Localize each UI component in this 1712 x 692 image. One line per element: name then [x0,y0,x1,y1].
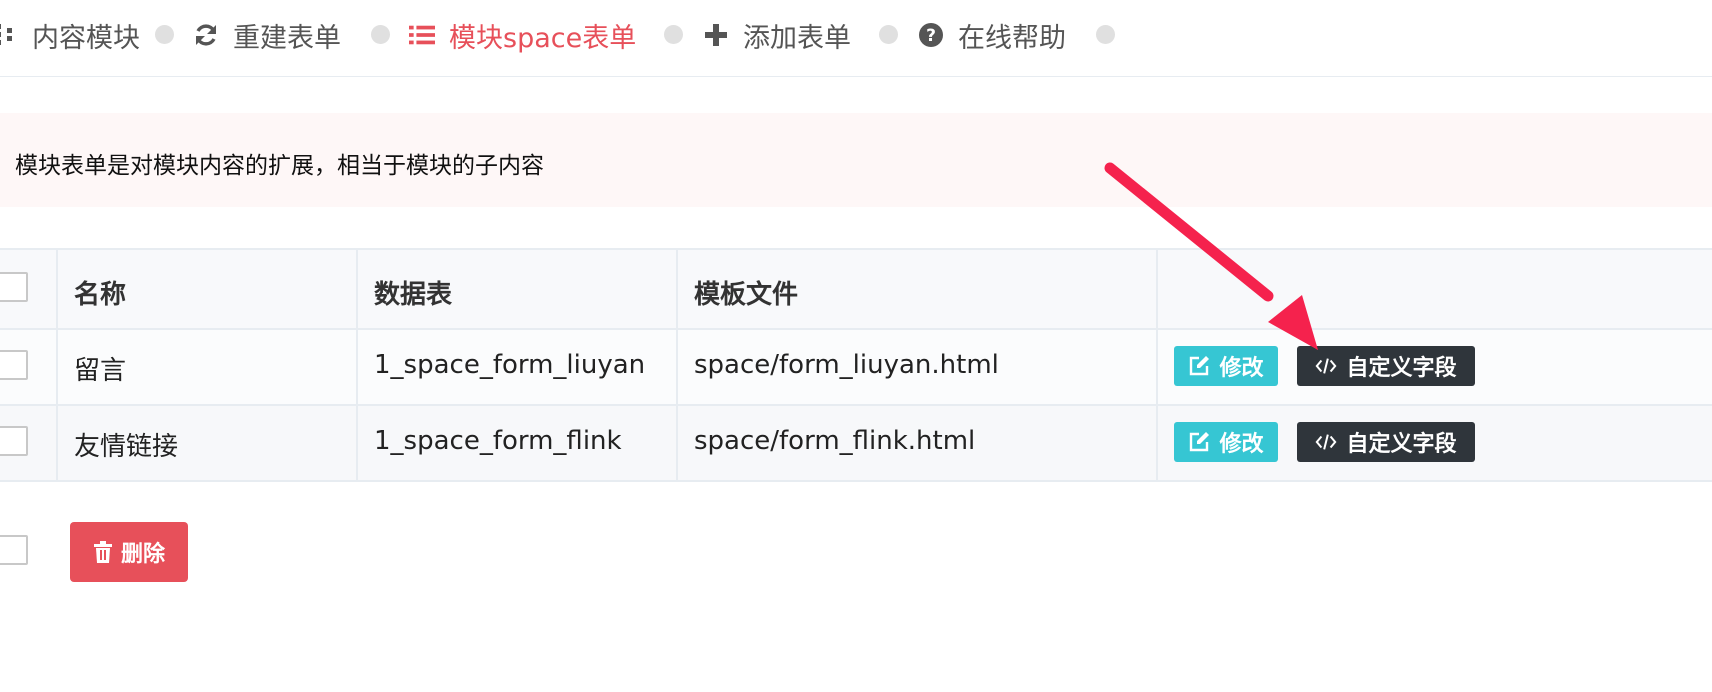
nav-item-rebuild-form[interactable]: 重建表单 [193,16,341,54]
delete-button[interactable]: 删除 [70,522,188,582]
table-row: 留言 1_space_form_liuyan space/form_liuyan… [0,330,1712,406]
nav-item-label: 内容模块 [32,22,140,54]
row-checkbox[interactable] [0,350,28,380]
custom-field-button[interactable]: 自定义字段 [1297,346,1475,386]
nav-item-content-module[interactable]: 内容模块 [0,16,140,54]
custom-field-button-label: 自定义字段 [1346,356,1457,381]
column-header-table: 数据表 [374,280,453,310]
row-template: space/form_flink.html [694,426,976,456]
nav-item-add-form[interactable]: 添加表单 [703,16,851,54]
sitemap-icon [0,22,18,48]
question-circle-icon: ? [918,22,944,48]
code-icon [1315,355,1337,377]
column-header-name: 名称 [74,280,127,310]
nav-separator-dot [879,25,898,44]
row-checkbox[interactable] [0,426,28,456]
custom-field-button-label: 自定义字段 [1346,432,1457,457]
plus-icon [703,22,729,48]
row-name: 留言 [74,356,127,386]
edit-button-label: 修改 [1219,356,1264,381]
delete-button-label: 删除 [120,542,165,567]
nav-item-online-help[interactable]: ? 在线帮助 [918,16,1066,54]
trash-icon [93,541,113,563]
edit-button[interactable]: 修改 [1174,422,1278,462]
nav-item-label: 重建表单 [233,22,341,54]
nav-item-label: 在线帮助 [958,22,1066,54]
top-nav: 内容模块 重建表单 模块space表单 添加表单 ? 在线帮助 [0,0,1712,77]
select-all-checkbox[interactable] [0,272,28,302]
nav-item-label: 模块space表单 [449,22,637,54]
table-row: 友情链接 1_space_form_flink space/form_flink… [0,406,1712,482]
nav-separator-dot [371,25,390,44]
refresh-icon [193,22,219,48]
bulk-select-checkbox[interactable] [0,535,28,565]
nav-separator-dot [664,25,683,44]
svg-text:?: ? [926,26,936,46]
column-divider [1156,250,1158,482]
table-header-row: 名称 数据表 模板文件 [0,250,1712,330]
edit-icon [1188,431,1210,453]
edit-button-label: 修改 [1219,432,1264,457]
row-name: 友情链接 [74,432,179,462]
nav-item-module-space-form[interactable]: 模块space表单 [409,16,636,54]
info-note-text: 模块表单是对模块内容的扩展，相当于模块的子内容 [15,153,544,179]
page: 内容模块 重建表单 模块space表单 添加表单 ? 在线帮助 模块表单是对模块… [0,0,1712,692]
nav-separator-dot [1096,25,1115,44]
row-table: 1_space_form_flink [374,426,622,456]
list-icon [409,22,435,48]
column-divider [56,250,58,482]
nav-separator-dot [155,25,174,44]
column-header-template: 模板文件 [694,280,799,310]
column-divider [356,250,358,482]
custom-field-button[interactable]: 自定义字段 [1297,422,1475,462]
edit-icon [1188,355,1210,377]
column-divider [676,250,678,482]
edit-button[interactable]: 修改 [1174,346,1278,386]
code-icon [1315,431,1337,453]
row-template: space/form_liuyan.html [694,350,999,380]
nav-item-label: 添加表单 [743,22,851,54]
form-table: 名称 数据表 模板文件 留言 1_space_form_liuyan space… [0,248,1712,482]
row-table: 1_space_form_liuyan [374,350,646,380]
